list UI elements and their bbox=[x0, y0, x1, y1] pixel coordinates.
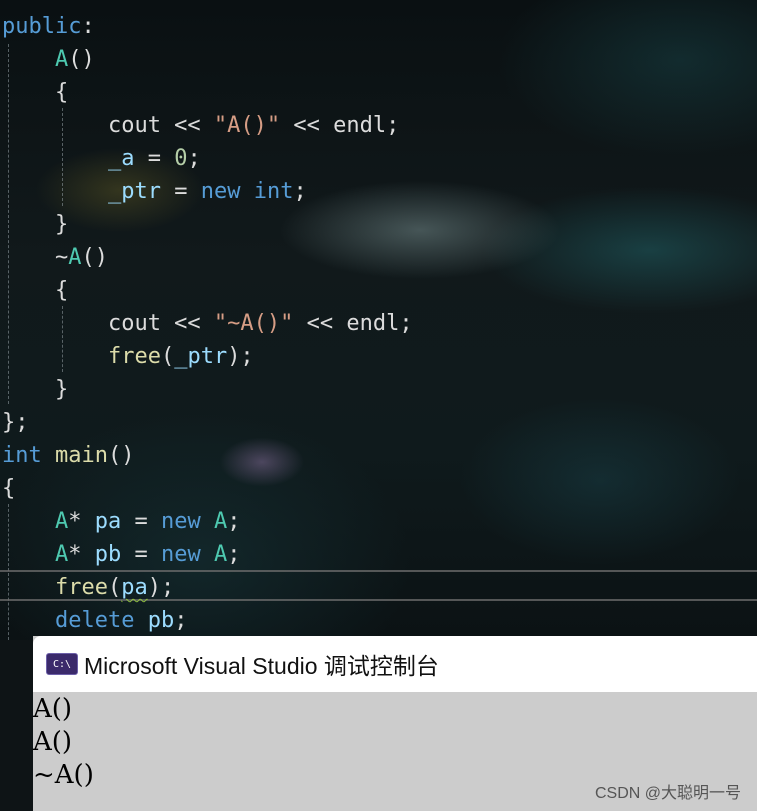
code-token: { bbox=[2, 476, 16, 501]
code-token: new bbox=[160, 509, 201, 534]
code-token: { bbox=[2, 80, 69, 105]
code-token: { bbox=[2, 278, 69, 303]
code-token: _a bbox=[107, 146, 135, 171]
code-token: * bbox=[68, 509, 95, 534]
code-token: } bbox=[2, 377, 69, 402]
code-token: = bbox=[134, 146, 175, 171]
code-token: = bbox=[160, 179, 201, 204]
code-token: } bbox=[2, 212, 69, 237]
code-line[interactable]: { bbox=[2, 472, 15, 505]
code-line[interactable]: } bbox=[2, 373, 68, 406]
code-token: A bbox=[54, 47, 69, 72]
code-token: int bbox=[2, 443, 42, 468]
code-token: A bbox=[68, 245, 82, 270]
code-token: () bbox=[68, 47, 95, 72]
code-token: ; bbox=[187, 146, 201, 171]
code-line[interactable]: _ptr = new int; bbox=[2, 175, 307, 208]
code-token: = bbox=[121, 509, 161, 534]
code-line[interactable]: ~A() bbox=[2, 241, 108, 274]
code-token: public bbox=[2, 14, 82, 39]
code-token: free bbox=[54, 575, 108, 600]
code-token: A bbox=[213, 542, 228, 567]
code-token: }; bbox=[2, 410, 29, 435]
code-token: ); bbox=[227, 344, 254, 369]
code-line[interactable]: free(pa); bbox=[2, 571, 174, 604]
code-token: pb bbox=[94, 542, 122, 567]
code-line[interactable]: } bbox=[2, 208, 68, 241]
code-line[interactable]: int main() bbox=[2, 439, 134, 472]
code-token: free bbox=[107, 344, 161, 369]
console-output-line: A() bbox=[33, 727, 73, 757]
code-token: main bbox=[55, 443, 108, 468]
code-line[interactable]: { bbox=[2, 274, 68, 307]
console-output-line: A() bbox=[33, 694, 73, 724]
code-token: A bbox=[54, 542, 69, 567]
code-token: ~ bbox=[2, 245, 69, 270]
code-line[interactable]: public: bbox=[2, 10, 95, 43]
code-token: = bbox=[121, 542, 161, 567]
code-token: "A()" bbox=[213, 113, 281, 138]
code-line[interactable]: { bbox=[2, 76, 68, 109]
code-line[interactable]: free(_ptr); bbox=[2, 340, 254, 373]
console-output-line: ~A() bbox=[33, 760, 94, 790]
code-token: << endl; bbox=[293, 311, 413, 336]
code-token: pa bbox=[94, 509, 122, 534]
code-token: ; bbox=[227, 542, 241, 567]
code-token: _ptr bbox=[107, 179, 161, 204]
code-token: ); bbox=[147, 575, 175, 600]
console-app-icon: C:\ bbox=[46, 653, 78, 675]
code-line[interactable]: A* pa = new A; bbox=[2, 505, 241, 538]
code-token: ( bbox=[160, 344, 175, 369]
code-line[interactable]: cout << "A()" << endl; bbox=[2, 109, 399, 142]
code-token: ( bbox=[107, 575, 122, 600]
code-editor[interactable]: public: A() { cout << "A()" << endl; _a … bbox=[0, 0, 757, 640]
code-line[interactable]: }; bbox=[2, 406, 29, 439]
code-token: A bbox=[54, 509, 69, 534]
code-token: cout << bbox=[2, 113, 214, 138]
debug-console-window[interactable]: C:\ Microsoft Visual Studio 调试控制台 A() A(… bbox=[33, 636, 757, 811]
code-line[interactable]: cout << "~A()" << endl; bbox=[2, 307, 413, 340]
watermark: CSDN @大聪明一号 bbox=[594, 785, 741, 802]
code-token: () bbox=[107, 443, 135, 468]
code-token: new bbox=[160, 542, 201, 567]
code-token: cout << bbox=[2, 311, 214, 336]
code-token: * bbox=[68, 542, 95, 567]
code-token: int bbox=[253, 179, 294, 204]
console-title: Microsoft Visual Studio 调试控制台 bbox=[84, 653, 439, 679]
code-line[interactable]: A* pb = new A; bbox=[2, 538, 241, 571]
code-token: : bbox=[81, 14, 95, 39]
code-line[interactable]: _a = 0; bbox=[2, 142, 201, 175]
code-line[interactable]: delete pb; bbox=[2, 604, 187, 637]
code-token: ; bbox=[174, 608, 188, 633]
code-token: "~A()" bbox=[213, 311, 294, 336]
code-token: delete bbox=[54, 608, 135, 633]
code-token: ; bbox=[227, 509, 241, 534]
code-token: 0 bbox=[174, 146, 188, 171]
console-title-bar[interactable]: C:\ Microsoft Visual Studio 调试控制台 bbox=[33, 636, 757, 692]
code-token: _ptr bbox=[174, 344, 228, 369]
code-token: << endl; bbox=[280, 113, 400, 138]
code-token: A bbox=[213, 509, 228, 534]
code-line[interactable]: A() bbox=[2, 43, 95, 76]
code-token: pa bbox=[121, 575, 148, 600]
code-token: new bbox=[200, 179, 241, 204]
code-token: ; bbox=[293, 179, 307, 204]
code-token: pb bbox=[147, 608, 175, 633]
code-token: () bbox=[81, 245, 108, 270]
